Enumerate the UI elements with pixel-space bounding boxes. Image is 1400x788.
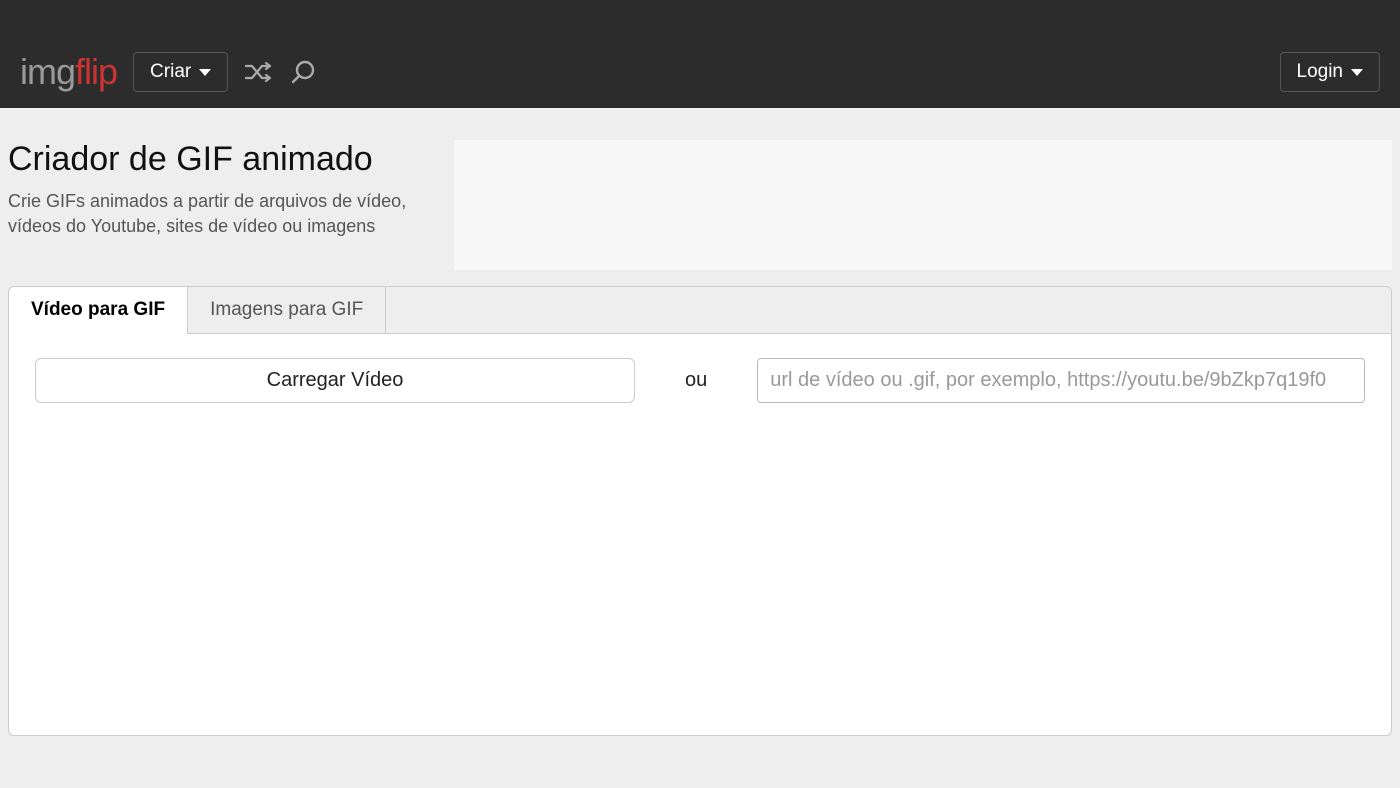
create-button[interactable]: Criar xyxy=(133,52,228,92)
create-label: Criar xyxy=(150,61,191,83)
logo-img-part: img xyxy=(20,51,75,92)
nav-left: imgflip Criar xyxy=(20,52,1280,92)
header-text: Criador de GIF animado Crie GIFs animado… xyxy=(8,140,438,270)
tab-content: Carregar Vídeo ou xyxy=(9,334,1391,427)
video-url-input[interactable] xyxy=(757,358,1365,403)
page-subtitle: Crie GIFs animados a partir de arquivos … xyxy=(8,189,438,239)
login-label: Login xyxy=(1297,61,1344,83)
caret-down-icon xyxy=(1351,69,1363,76)
ad-slot xyxy=(454,140,1392,270)
nav-right: Login xyxy=(1280,52,1381,92)
or-text: ou xyxy=(685,369,707,392)
logo[interactable]: imgflip xyxy=(20,54,117,90)
page-title: Criador de GIF animado xyxy=(8,140,438,179)
search-icon[interactable] xyxy=(290,59,316,85)
tabs-row: Vídeo para GIF Imagens para GIF xyxy=(9,287,1391,334)
tabs-box: Vídeo para GIF Imagens para GIF Carregar… xyxy=(8,286,1392,736)
content: Criador de GIF animado Crie GIFs animado… xyxy=(0,108,1400,744)
login-button[interactable]: Login xyxy=(1280,52,1381,92)
tab-video-to-gif[interactable]: Vídeo para GIF xyxy=(9,287,188,334)
navbar: imgflip Criar Login xyxy=(0,0,1400,108)
upload-video-button[interactable]: Carregar Vídeo xyxy=(35,358,635,403)
caret-down-icon xyxy=(199,69,211,76)
tab-images-to-gif[interactable]: Imagens para GIF xyxy=(188,287,386,333)
shuffle-icon[interactable] xyxy=(244,61,274,83)
header-row: Criador de GIF animado Crie GIFs animado… xyxy=(8,116,1392,270)
logo-flip-part: flip xyxy=(75,51,117,92)
